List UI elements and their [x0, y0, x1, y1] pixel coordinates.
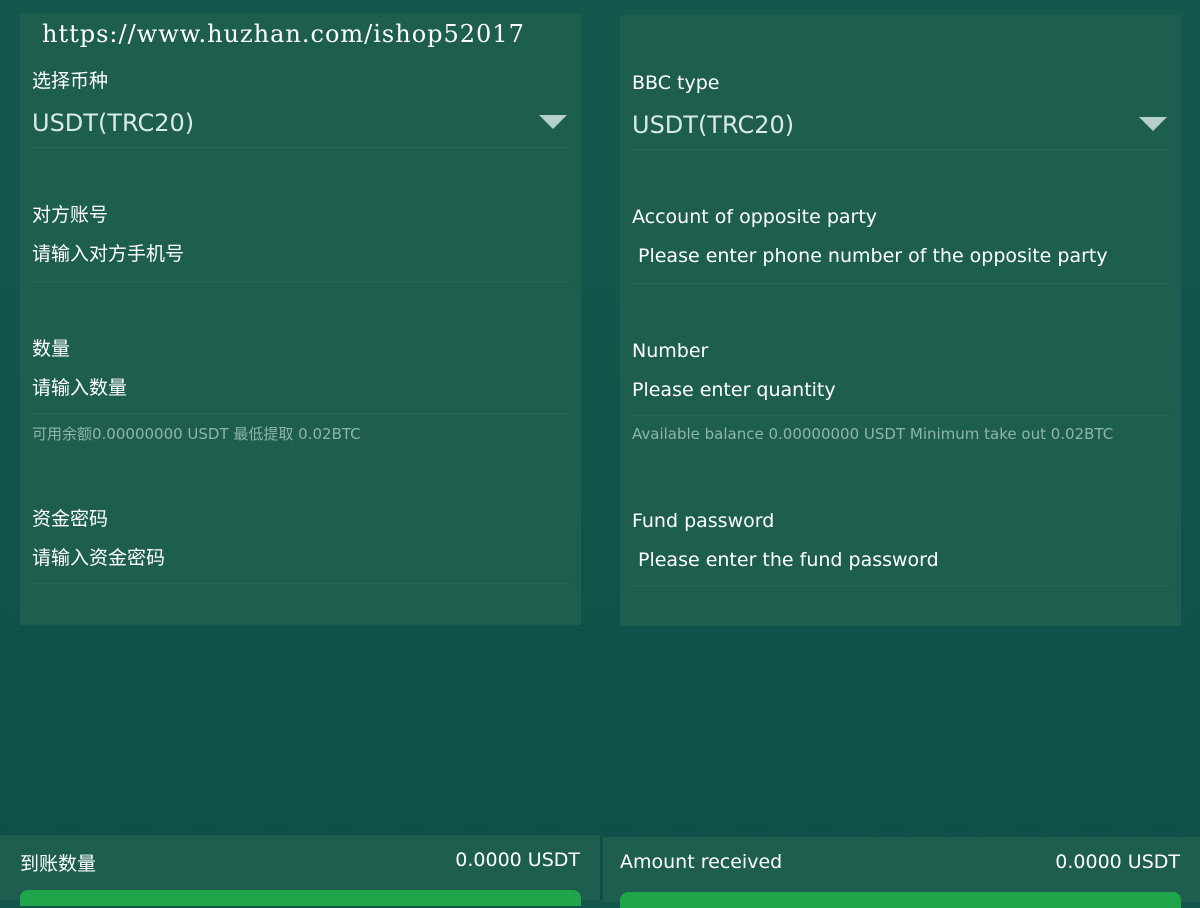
- quantity-input[interactable]: Please enter quantity: [632, 377, 1169, 416]
- password-input[interactable]: 请输入资金密码: [32, 545, 569, 584]
- account-label: 对方账号: [32, 204, 109, 226]
- currency-label: 选择币种: [32, 70, 109, 92]
- password-field: Fund password Please enter the fund pass…: [632, 509, 1169, 586]
- quantity-field: Number Please enter quantity Available b…: [632, 339, 1169, 443]
- submit-button[interactable]: [20, 890, 581, 906]
- currency-select-value: USDT(TRC20): [32, 109, 195, 137]
- received-label: 到账数量: [20, 853, 97, 875]
- account-input-placeholder: Please enter phone number of the opposit…: [638, 245, 1108, 267]
- account-field: 对方账号 请输入对方手机号: [32, 203, 569, 282]
- account-input[interactable]: 请输入对方手机号: [32, 241, 569, 282]
- currency-select[interactable]: USDT(TRC20): [32, 107, 569, 148]
- received-amount: 0.0000 USDT: [455, 849, 580, 871]
- account-label: Account of opposite party: [632, 206, 878, 228]
- submit-button[interactable]: [620, 892, 1181, 908]
- account-input[interactable]: Please enter phone number of the opposit…: [632, 243, 1169, 284]
- quantity-input[interactable]: 请输入数量: [32, 375, 569, 414]
- currency-field: 选择币种 USDT(TRC20): [32, 69, 569, 148]
- balance-hint: Available balance 0.00000000 USDT Minimu…: [632, 425, 1114, 443]
- password-input-placeholder: Please enter the fund password: [638, 549, 939, 571]
- quantity-input-placeholder: 请输入数量: [32, 377, 128, 399]
- transfer-form-panel-en: BBC type USDT(TRC20) Account of opposite…: [620, 15, 1181, 626]
- password-input[interactable]: Please enter the fund password: [632, 547, 1169, 586]
- quantity-input-placeholder: Please enter quantity: [632, 379, 836, 401]
- transfer-form-panel-cn: https://www.huzhan.com/ishop52017 选择币种 U…: [20, 14, 581, 625]
- watermark-text: https://www.huzhan.com/ishop52017: [42, 20, 525, 48]
- currency-label: BBC type: [632, 72, 720, 94]
- quantity-field: 数量 请输入数量 可用余额0.00000000 USDT 最低提取 0.02BT…: [32, 337, 569, 443]
- password-label: Fund password: [632, 510, 775, 532]
- currency-select-value: USDT(TRC20): [632, 111, 795, 139]
- currency-select[interactable]: USDT(TRC20): [632, 109, 1169, 150]
- balance-hint: 可用余额0.00000000 USDT 最低提取 0.02BTC: [32, 425, 361, 443]
- quantity-label: Number: [632, 340, 709, 362]
- account-input-placeholder: 请输入对方手机号: [32, 243, 185, 265]
- password-label: 资金密码: [32, 508, 109, 530]
- password-input-placeholder: 请输入资金密码: [32, 547, 166, 569]
- received-label: Amount received: [620, 851, 783, 873]
- currency-field: BBC type USDT(TRC20): [632, 71, 1169, 150]
- received-amount: 0.0000 USDT: [1055, 851, 1180, 873]
- account-field: Account of opposite party Please enter p…: [632, 205, 1169, 284]
- password-field: 资金密码 请输入资金密码: [32, 507, 569, 584]
- chevron-down-icon[interactable]: [539, 115, 567, 129]
- chevron-down-icon[interactable]: [1139, 117, 1167, 131]
- quantity-label: 数量: [32, 338, 71, 360]
